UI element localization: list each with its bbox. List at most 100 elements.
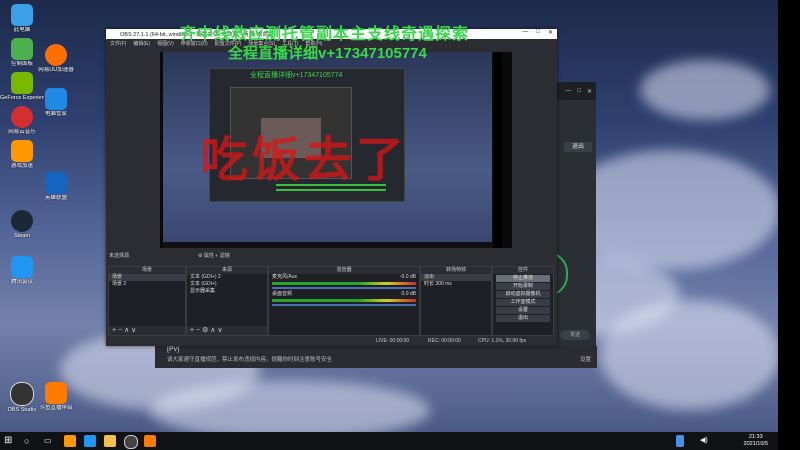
shield-icon[interactable] (676, 435, 684, 447)
cpu-fps: CPU: 1.1%, 30.00 fps (478, 338, 527, 344)
menu-file[interactable]: 文件(F) (110, 40, 126, 47)
overlay-title-text: 齐中线救应测托管副本主支线奇遇探索 (180, 26, 470, 43)
properties-label: 属性 (203, 253, 214, 259)
preview-label: [Pv] (167, 346, 180, 353)
start-icon[interactable]: ⊞ (4, 435, 16, 447)
send-button[interactable]: 发送 (560, 330, 590, 340)
audio-meter (272, 282, 416, 285)
duration-value: 300 ms (435, 281, 452, 287)
desktop-icon-cloud-music-2[interactable]: 网易UU加速器 (34, 44, 78, 73)
black-border (778, 0, 800, 450)
mixer-channel: 桌面音频 0.0 dB (269, 291, 419, 298)
clock-time: 21:33 (748, 434, 763, 440)
duration-label: 时长 (424, 281, 435, 287)
minimize-icon[interactable]: — (565, 88, 571, 94)
source-item[interactable]: 显示器采集 (187, 288, 267, 295)
transition-select[interactable]: 淡出 (421, 274, 491, 281)
notice-message: 请大家遵守直播规范，禁止发布违规内容。提醒你时刻注意账号安全 (167, 357, 333, 363)
source-toolbar: 未选择源 ⚙ 属性 ◐ 滤镜 (106, 251, 557, 260)
mixer-header: 混音器 (269, 267, 419, 274)
studio-mode-button[interactable]: 工作室模式 (496, 299, 550, 306)
volume-icon[interactable]: ◀) (700, 435, 712, 447)
desktop-icon-game-accel[interactable]: 游戏加速 (0, 140, 44, 169)
game-icon (45, 172, 67, 194)
desktop-icon-steam[interactable]: Steam (0, 210, 44, 239)
taskbar-clock[interactable]: 21:33 2021/10/5 (744, 434, 768, 448)
transitions-header: 转场特效 (421, 267, 491, 274)
source-item[interactable]: 文本 (GDI+) 2 (187, 274, 267, 281)
scenes-dock: 场景 场景 场景 2 + − ∧ ∨ (108, 266, 186, 336)
computer-icon (11, 4, 33, 26)
volume-slider[interactable] (272, 304, 416, 306)
douyu-icon (45, 382, 67, 404)
desktop: 此电脑 控制面板 GeForce Experience 网易云音乐 游戏加速 S… (0, 0, 778, 432)
channel-db: -0.0 dB (399, 274, 416, 280)
cloud-music-icon (45, 44, 67, 66)
overlay-contact-text: 全程直播详细v+17347105774 (228, 45, 427, 62)
background-app-bottom-panel: [Pv] 请大家遵守直播规范，禁止发布违规内容。提醒你时刻注意账号安全 设置 (155, 346, 597, 368)
scenes-header: 场景 (109, 267, 185, 274)
settings-link[interactable]: 设置 (580, 355, 591, 363)
app-taskbar-icon[interactable] (144, 435, 156, 447)
steam-icon (11, 210, 33, 232)
accelerator-icon (11, 140, 33, 162)
source-item[interactable]: 文本 (GDI+) (187, 281, 267, 288)
volume-slider[interactable] (272, 287, 416, 289)
channel-name: 桌面音频 (272, 291, 293, 297)
sources-controls[interactable]: + − ⚙ ∧ ∨ (187, 326, 267, 335)
control-panel-icon (11, 38, 33, 60)
close-icon[interactable]: ✕ (548, 29, 553, 36)
browser-taskbar-icon[interactable] (84, 435, 96, 447)
sources-dock: 来源 文本 (GDI+) 2 文本 (GDI+) 显示器采集 + − ⚙ ∧ ∨ (186, 266, 268, 336)
stop-streaming-button[interactable]: 停止推流 (496, 275, 550, 282)
nvidia-icon (11, 72, 33, 94)
minimize-icon[interactable]: — (522, 29, 528, 36)
desktop-icon-this-pc[interactable]: 此电脑 (0, 4, 44, 33)
search-icon[interactable]: ○ (24, 435, 36, 447)
menu-edit[interactable]: 编辑(E) (133, 40, 150, 47)
shield-icon (45, 88, 67, 110)
desktop-icon-lol[interactable]: 英雄联盟 (34, 172, 78, 201)
channel-name: 麦克风/Aux (272, 274, 298, 280)
exit-button[interactable]: 退出 (496, 315, 550, 322)
mixer-dock: 混音器 麦克风/Aux -0.0 dB 桌面音频 0.0 dB (268, 266, 420, 336)
desktop-icon-pc-manager[interactable]: 电脑管家 (34, 88, 78, 117)
transition-duration[interactable]: 时长 300 ms (421, 281, 491, 288)
channel-db: 0.0 dB (401, 291, 416, 297)
maximize-icon[interactable]: □ (536, 29, 540, 36)
watermark-text: 吃饭去了 (200, 132, 409, 188)
menu-view[interactable]: 视图(V) (157, 40, 174, 47)
filters-label: 滤镜 (219, 253, 230, 259)
obs-icon (10, 382, 34, 406)
task-view-icon[interactable]: ▭ (44, 435, 56, 447)
preview-black-strip (494, 52, 502, 248)
scenes-controls[interactable]: + − ∧ ∨ (109, 326, 185, 335)
exit-button[interactable]: 退出 (564, 142, 592, 152)
controls-header: 控件 (493, 267, 553, 274)
audio-meter (272, 299, 416, 302)
clock-date: 2021/10/5 (743, 441, 768, 447)
properties-button[interactable]: ⚙ 属性 ◐ 滤镜 (198, 252, 230, 259)
douyu-taskbar-icon[interactable] (64, 435, 76, 447)
virtual-camera-button[interactable]: 启动虚拟摄像机 (496, 291, 550, 298)
obs-taskbar-icon[interactable] (124, 435, 138, 449)
scene-item[interactable]: 场景 (109, 274, 185, 281)
close-icon[interactable]: ✕ (587, 88, 592, 95)
desktop-icon-douyu[interactable]: 斗鱼直播伴侣 (34, 382, 78, 411)
start-recording-button[interactable]: 开始录制 (496, 283, 550, 290)
explorer-taskbar-icon[interactable] (104, 435, 116, 447)
scene-item[interactable]: 场景 2 (109, 281, 185, 288)
transitions-dock: 转场特效 淡出 时长 300 ms (420, 266, 492, 336)
desktop-icon-tencent-meeting[interactable]: 腾讯会议 (0, 256, 44, 285)
settings-button[interactable]: 设置 (496, 307, 550, 314)
no-source-label: 未选择源 (109, 253, 130, 259)
rec-time: REC: 00:00:00 (428, 338, 461, 344)
windows-taskbar: ⊞ ○ ▭ ◀) 21:33 2021/10/5 (0, 432, 778, 450)
nested-overlay-text: 全程直播详细v+17347105774 (250, 72, 343, 79)
meeting-icon (11, 256, 33, 278)
live-time: LIVE: 00:00:00 (376, 338, 410, 344)
controls-dock: 控件 停止推流 开始录制 启动虚拟摄像机 工作室模式 设置 退出 (492, 266, 554, 336)
preview-taskbar (163, 242, 492, 248)
maximize-icon[interactable]: □ (577, 88, 581, 94)
obs-statusbar: LIVE: 00:00:00 REC: 00:00:00 CPU: 1.1%, … (106, 336, 557, 346)
